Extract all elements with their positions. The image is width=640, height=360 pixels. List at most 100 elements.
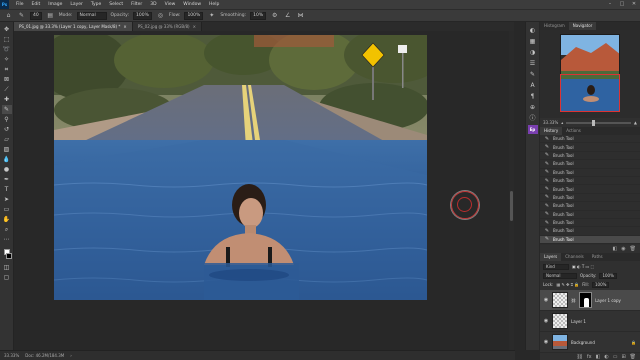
shape-tool-icon[interactable]: ▭ (2, 205, 12, 214)
add-mask-icon[interactable]: ◧ (596, 354, 601, 360)
lock-icons[interactable]: ▦ ✎ ✥ ⌗ 🔒 (556, 282, 579, 287)
minimize-button[interactable]: – (604, 0, 616, 9)
brush-settings-panel-icon[interactable]: ✎ (528, 70, 538, 79)
angle-icon[interactable]: ∠ (283, 11, 292, 20)
zoom-in-icon[interactable]: ▲ (634, 120, 637, 125)
pen-tool-icon[interactable]: ✒ (2, 175, 12, 184)
trash-icon[interactable]: 🗑 (630, 246, 636, 252)
navigator-view-box[interactable] (560, 74, 620, 112)
document-tab-ps01[interactable]: PS_01.jpg @ 33.3% (Layer 1 copy, Layer M… (14, 22, 133, 31)
fill-field[interactable]: 100% (591, 281, 610, 288)
quick-mask-icon[interactable]: ◫ (2, 263, 12, 272)
menu-image[interactable]: Image (44, 0, 66, 9)
tab-histogram[interactable]: Histogram (540, 22, 569, 30)
new-layer-icon[interactable]: ⊞ (621, 354, 625, 360)
layer-row-layer-1[interactable]: ◉ Layer 1 (540, 311, 640, 332)
visibility-eye-icon[interactable]: ◉ (543, 339, 549, 345)
quick-select-tool-icon[interactable]: ✧ (2, 55, 12, 64)
close-tab-icon[interactable]: × (123, 22, 126, 31)
history-item[interactable]: ✎ Brush Tool (540, 227, 640, 236)
layer-opacity-field[interactable]: 100% (599, 272, 617, 279)
close-button[interactable]: ✕ (628, 0, 640, 9)
path-select-tool-icon[interactable]: ➤ (2, 195, 12, 204)
document-tab-ps02[interactable]: PS_02.jpg @ 33% (RGB/8) × (132, 22, 202, 31)
smoothing-gear-icon[interactable]: ⚙ (270, 11, 279, 20)
snapshot-icon[interactable]: ◧ (613, 246, 618, 252)
color-panel-icon[interactable]: ◐ (528, 26, 538, 35)
dodge-tool-icon[interactable]: ● (2, 165, 12, 174)
opacity-field[interactable]: 100% (133, 11, 152, 20)
filter-icons[interactable]: ▣ ◐ T ▭ ⬚ (572, 264, 594, 269)
zoom-tool-icon[interactable]: ⌕ (2, 225, 12, 234)
history-item[interactable]: ✎ Brush Tool (540, 194, 640, 203)
frame-tool-icon[interactable]: ⊠ (2, 75, 12, 84)
vertical-scrollbar[interactable] (509, 31, 514, 350)
layer-name[interactable]: Background (571, 340, 595, 345)
flow-field[interactable]: 100% (184, 11, 204, 20)
history-item[interactable]: ✎ Brush Tool (540, 219, 640, 228)
menu-edit[interactable]: Edit (28, 0, 45, 9)
layer-thumbnail[interactable] (552, 334, 568, 350)
layer-thumbnail[interactable] (552, 313, 568, 329)
layer-name[interactable]: Layer 1 copy (595, 298, 621, 303)
blur-tool-icon[interactable]: 💧 (2, 155, 12, 164)
layer-mask-thumbnail[interactable] (579, 292, 593, 308)
history-item[interactable]: ✎ Brush Tool (540, 143, 640, 152)
move-tool-icon[interactable]: ✥ (2, 25, 12, 34)
menu-type[interactable]: Type (87, 0, 105, 9)
history-item[interactable]: ✎ Brush Tool (540, 185, 640, 194)
blend-mode-select[interactable]: Normal (543, 272, 577, 279)
history-item[interactable]: ✎ Brush Tool (540, 177, 640, 186)
history-item[interactable]: ✎ Brush Tool (540, 152, 640, 161)
adjustment-layer-icon[interactable]: ◐ (604, 354, 608, 360)
visibility-eye-icon[interactable]: ◉ (543, 318, 549, 324)
history-brush-tool-icon[interactable]: ↺ (2, 125, 12, 134)
gradient-tool-icon[interactable]: ▨ (2, 145, 12, 154)
canvas-area[interactable] (14, 31, 514, 350)
menu-view[interactable]: View (161, 0, 180, 9)
scrollbar-thumb[interactable] (510, 191, 513, 221)
zoom-out-icon[interactable]: ▴ (561, 120, 563, 125)
more-tools-icon[interactable]: ⋯ (2, 235, 12, 244)
status-arrow-icon[interactable]: › (70, 353, 72, 358)
brush-settings-icon[interactable]: ▤ (46, 11, 55, 20)
zoom-readout[interactable]: 33.33% (4, 353, 19, 358)
tab-layers[interactable]: Layers (540, 253, 562, 261)
crop-tool-icon[interactable]: ⌗ (2, 65, 12, 74)
history-item-current[interactable]: ✎ Brush Tool (540, 235, 640, 245)
navigator-zoom-slider[interactable] (566, 119, 631, 126)
screen-mode-icon[interactable]: ▢ (2, 273, 12, 282)
symmetry-icon[interactable]: ⋈ (296, 11, 305, 20)
airbrush-icon[interactable]: ✦ (207, 11, 216, 20)
delete-layer-icon[interactable]: 🗑 (630, 354, 636, 360)
eraser-tool-icon[interactable]: ▱ (2, 135, 12, 144)
link-icon[interactable]: ⛓ (571, 298, 576, 303)
zoom-slider-knob[interactable] (592, 119, 596, 126)
new-group-icon[interactable]: ▭ (613, 354, 618, 360)
link-layers-icon[interactable]: ⛓ (577, 354, 583, 360)
camera-icon[interactable]: ◉ (621, 246, 625, 252)
brush-tool-icon[interactable]: ✎ (1, 105, 12, 114)
clone-stamp-tool-icon[interactable]: ⚲ (2, 115, 12, 124)
lasso-tool-icon[interactable]: ➰ (2, 45, 12, 54)
tab-history[interactable]: History (540, 127, 563, 135)
history-item[interactable]: ✎ Brush Tool (540, 169, 640, 177)
home-icon[interactable]: ⌂ (4, 11, 13, 20)
history-item[interactable]: ✎ Brush Tool (540, 211, 640, 219)
menu-window[interactable]: Window (179, 0, 205, 9)
glyphs-panel-icon[interactable]: ⊕ (528, 103, 538, 112)
tab-paths[interactable]: Paths (588, 253, 607, 261)
hand-tool-icon[interactable]: ✋ (2, 215, 12, 224)
plugin-ep-icon[interactable]: Ep (527, 125, 538, 134)
mode-select[interactable]: Normal (76, 11, 107, 20)
history-item[interactable]: ✎ Brush Tool (540, 135, 640, 144)
smoothing-field[interactable]: 10% (250, 11, 267, 20)
layer-filter-kind[interactable]: Kind (543, 263, 569, 270)
layer-name[interactable]: Layer 1 (571, 319, 586, 324)
fx-icon[interactable]: fx (587, 354, 592, 360)
menu-3d[interactable]: 3D (146, 0, 160, 9)
marquee-tool-icon[interactable]: ⬚ (2, 35, 12, 44)
maximize-button[interactable]: □ (616, 0, 628, 9)
layer-row-layer-1-copy[interactable]: ◉ ⛓ Layer 1 copy (540, 290, 640, 311)
history-item[interactable]: ✎ Brush Tool (540, 160, 640, 169)
